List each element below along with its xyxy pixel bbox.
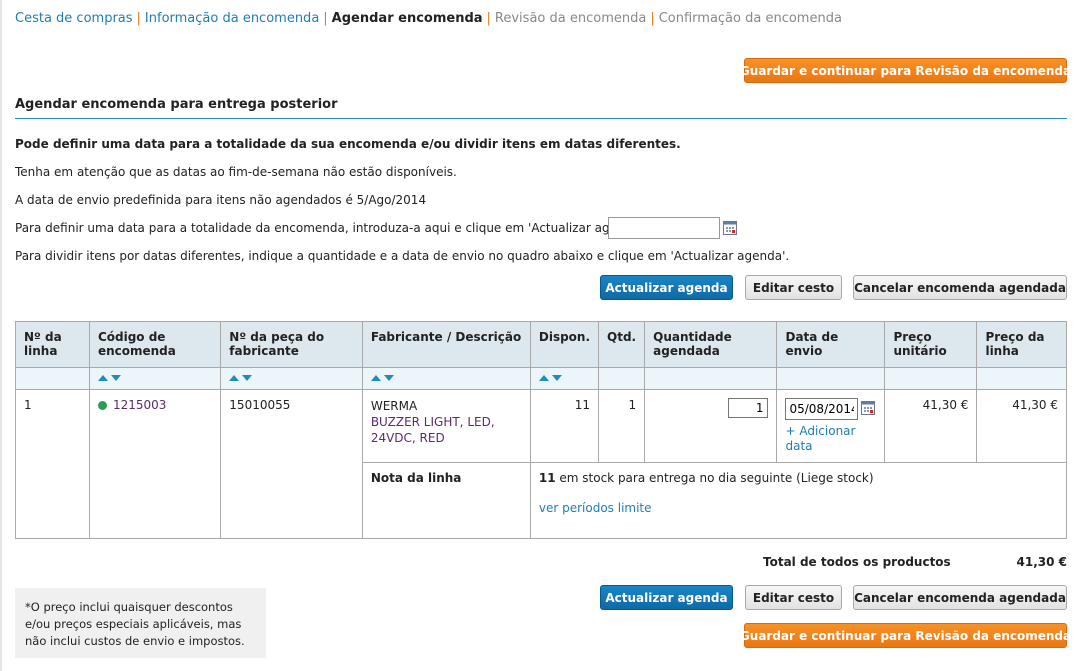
whole-order-instruction: Para definir uma data para a totalidade … bbox=[15, 221, 647, 235]
default-ship-date-text: A data de envio predefinida para itens n… bbox=[15, 193, 427, 207]
scheduled-quantity-cell bbox=[644, 389, 778, 463]
total-label: Total de todos os productos bbox=[763, 555, 951, 569]
save-continue-button-top[interactable]: Guardar e continuar para Revisão da enco… bbox=[740, 58, 1071, 83]
header-line-price: Preço da linha bbox=[976, 321, 1067, 368]
price-footnote: *O preço inclui quaisquer descontos e/ou… bbox=[15, 588, 266, 658]
header-quantity: Qtd. bbox=[598, 321, 646, 368]
section-divider bbox=[15, 118, 1067, 119]
unit-price-cell: 41,30 € bbox=[884, 389, 978, 463]
header-manufacturer-part: Nº da peça do fabricante bbox=[220, 321, 363, 368]
ship-date-input[interactable] bbox=[785, 398, 859, 420]
weekend-note: Tenha em atenção que as datas ao fim-de-… bbox=[15, 165, 457, 179]
header-scheduled-quantity: Quantidade agendada bbox=[644, 321, 778, 368]
line-note-cell: 11 em stock para entrega no dia seguinte… bbox=[529, 462, 1068, 539]
calendar-icon[interactable] bbox=[861, 401, 876, 415]
manufacturer-description-cell: WERMA BUZZER LIGHT, LED, 24VDC, RED bbox=[361, 389, 531, 463]
header-line-number: Nº da linha bbox=[15, 321, 90, 368]
breadcrumb-order-confirmation: Confirmação da encomenda bbox=[658, 11, 842, 26]
save-continue-button-bottom[interactable]: Guardar e continuar para Revisão da enco… bbox=[740, 623, 1071, 648]
header-availability: Dispon. bbox=[529, 321, 600, 368]
breadcrumb: Cesta de compras | Informação da encomenda… bbox=[15, 11, 842, 26]
cutoff-periods-link[interactable]: ver períodos limite bbox=[539, 501, 1058, 515]
sort-ascending-icon[interactable] bbox=[370, 375, 381, 381]
header-unit-price: Preço unitário bbox=[884, 321, 978, 368]
edit-cart-button-bottom[interactable]: Editar cesto bbox=[745, 585, 842, 610]
manufacturer-part-cell: 15010055 bbox=[220, 389, 363, 539]
sort-descending-icon[interactable] bbox=[551, 375, 562, 381]
sort-ascending-icon[interactable] bbox=[229, 375, 240, 381]
breadcrumb-schedule-order: Agendar encomenda bbox=[331, 11, 483, 26]
cancel-scheduled-button-bottom[interactable]: Cancelar encomenda agendada bbox=[853, 585, 1067, 610]
intro-text: Pode definir uma data para a totalidade … bbox=[15, 137, 681, 151]
sort-descending-icon[interactable] bbox=[110, 375, 121, 381]
edit-cart-button-top[interactable]: Editar cesto bbox=[745, 275, 842, 300]
order-code-cell: 1215003 bbox=[88, 389, 222, 539]
cancel-scheduled-button-top[interactable]: Cancelar encomenda agendada bbox=[853, 275, 1067, 300]
calendar-icon[interactable] bbox=[723, 221, 737, 235]
update-schedule-button-top[interactable]: Actualizar agenda bbox=[600, 275, 733, 300]
order-code-link[interactable]: 1215003 bbox=[113, 398, 166, 412]
product-description-link[interactable]: BUZZER LIGHT, LED, 24VDC, RED bbox=[371, 414, 501, 446]
line-number-cell: 1 bbox=[15, 389, 90, 539]
stock-status-icon bbox=[97, 401, 107, 410]
header-order-code: Código de encomenda bbox=[88, 321, 222, 368]
breadcrumb-separator: | bbox=[136, 11, 141, 26]
sort-descending-icon[interactable] bbox=[383, 375, 394, 381]
scheduled-quantity-input[interactable] bbox=[728, 398, 769, 418]
sort-ascending-icon[interactable] bbox=[97, 375, 108, 381]
line-note-label: Nota da linha bbox=[361, 462, 531, 539]
page-left-border bbox=[0, 0, 2, 671]
header-manufacturer-description: Fabricante / Descrição bbox=[361, 321, 531, 368]
header-ship-date: Data de envio bbox=[776, 321, 886, 368]
breadcrumb-order-info[interactable]: Informação da encomenda bbox=[145, 11, 319, 26]
section-title: Agendar encomenda para entrega posterior bbox=[15, 97, 338, 112]
breadcrumb-separator: | bbox=[486, 11, 491, 26]
breadcrumb-separator: | bbox=[323, 11, 328, 26]
sort-ascending-icon[interactable] bbox=[538, 375, 549, 381]
breadcrumb-separator: | bbox=[650, 11, 655, 26]
stock-count: 11 bbox=[538, 471, 556, 485]
manufacturer-name: WERMA bbox=[370, 399, 418, 413]
ship-date-cell: + Adicionar data bbox=[776, 389, 886, 463]
stock-text: em stock para entrega no dia seguinte (L… bbox=[555, 471, 874, 485]
schedule-table: Nº da linha Código de encomenda Nº da pe… bbox=[15, 321, 1068, 539]
availability-cell: 11 bbox=[529, 389, 600, 463]
sort-descending-icon[interactable] bbox=[242, 375, 253, 381]
whole-order-date-input[interactable] bbox=[608, 217, 720, 239]
update-schedule-button-bottom[interactable]: Actualizar agenda bbox=[600, 585, 733, 610]
add-date-link[interactable]: + Adicionar data bbox=[785, 424, 876, 454]
table-header-row: Nº da linha Código de encomenda Nº da pe… bbox=[15, 321, 1067, 368]
table-row: 1 1215003 15010055 WERMA BUZZER LIGHT, L… bbox=[15, 389, 1067, 539]
split-items-instruction: Para dividir itens por datas diferentes,… bbox=[15, 249, 790, 263]
breadcrumb-cart[interactable]: Cesta de compras bbox=[15, 11, 133, 26]
total-value: 41,30 € bbox=[1016, 555, 1067, 569]
quantity-cell: 1 bbox=[598, 389, 646, 463]
line-price-cell: 41,30 € bbox=[976, 389, 1067, 463]
table-sort-row bbox=[15, 367, 1067, 390]
breadcrumb-order-review: Revisão da encomenda bbox=[494, 11, 647, 26]
